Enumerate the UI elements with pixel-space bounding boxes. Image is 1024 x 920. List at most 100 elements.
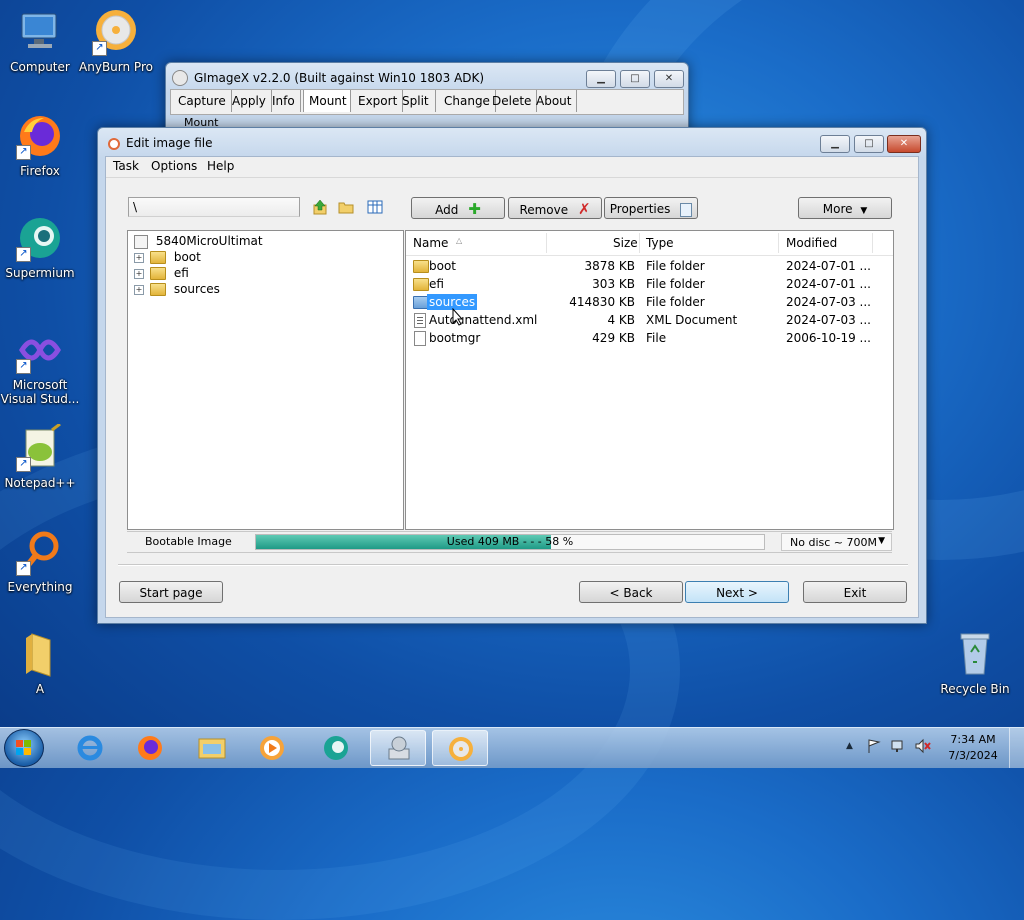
- tab-apply[interactable]: Apply: [227, 90, 272, 112]
- network-icon[interactable]: [890, 738, 908, 757]
- add-button[interactable]: Add ✚: [411, 197, 505, 219]
- tree-item-efi[interactable]: + efi: [134, 265, 189, 281]
- column-size[interactable]: Size: [613, 236, 638, 250]
- tab-delete[interactable]: Delete: [487, 90, 538, 112]
- column-type[interactable]: Type: [646, 236, 674, 250]
- file-size: 303 KB: [592, 277, 635, 291]
- file-name: Autounattend.xml: [429, 313, 538, 327]
- clock-time: 7:34 AM: [950, 733, 996, 746]
- column-name[interactable]: Name: [413, 236, 448, 250]
- column-divider: [639, 233, 640, 253]
- column-divider: [546, 233, 547, 253]
- disc-burn-icon: ↗: [92, 8, 140, 56]
- tab-about[interactable]: About: [531, 90, 578, 112]
- menu-options[interactable]: Options: [151, 159, 197, 173]
- taskbar-supermium-button[interactable]: [308, 730, 364, 766]
- desktop-icon-everything[interactable]: ↗ Everything: [0, 528, 80, 594]
- minimize-button[interactable]: ▁: [586, 70, 616, 88]
- start-page-button[interactable]: Start page: [119, 581, 223, 603]
- file-size: 4 KB: [607, 313, 635, 327]
- table-row[interactable]: efi 303 KB File folder 2024-07-01 ...: [406, 275, 893, 293]
- close-button[interactable]: ✕: [654, 70, 684, 88]
- desktop-icon-recycle-bin[interactable]: Recycle Bin: [935, 630, 1015, 696]
- desktop-icon-label: Recycle Bin: [940, 682, 1010, 696]
- internet-explorer-icon: [76, 734, 104, 765]
- menu-help[interactable]: Help: [207, 159, 234, 173]
- desktop-icon-visual-studio[interactable]: ↗ Microsoft Visual Stud...: [0, 326, 80, 406]
- remove-button-label: Remove: [519, 203, 569, 217]
- folder-tree[interactable]: 5840MicroUltimat + boot + efi + sources: [127, 230, 404, 530]
- file-explorer-icon: [198, 736, 226, 763]
- taskbar-ie-button[interactable]: [62, 730, 118, 766]
- tree-item-boot[interactable]: + boot: [134, 249, 201, 265]
- folder-icon: [150, 283, 166, 296]
- file-modified: 2024-07-03 ...: [786, 313, 871, 327]
- taskbar-firefox-button[interactable]: [122, 730, 178, 766]
- expand-icon[interactable]: +: [134, 269, 144, 279]
- file-type: File folder: [646, 295, 705, 309]
- table-row[interactable]: boot 3878 KB File folder 2024-07-01 ...: [406, 257, 893, 275]
- desktop-icon-supermium[interactable]: ↗ Supermium: [0, 214, 80, 280]
- firefox-icon: ↗: [16, 112, 64, 160]
- minimize-button[interactable]: ▁: [820, 135, 850, 153]
- show-hidden-icons-icon[interactable]: ▲: [846, 741, 853, 751]
- desktop-icon-anyburn[interactable]: ↗ AnyBurn Pro: [76, 8, 156, 74]
- tree-root[interactable]: 5840MicroUltimat: [134, 233, 263, 249]
- show-desktop-button[interactable]: [1009, 728, 1024, 768]
- expand-icon[interactable]: +: [134, 285, 144, 295]
- desktop-icon-label: Notepad++: [4, 476, 76, 490]
- next-button[interactable]: Next >: [685, 581, 789, 603]
- table-row[interactable]: bootmgr 429 KB File 2006-10-19 ...: [406, 329, 893, 347]
- more-button-label: More: [822, 202, 853, 216]
- more-button[interactable]: More ▼: [798, 197, 892, 219]
- desktop-icon-firefox[interactable]: ↗ Firefox: [0, 112, 80, 178]
- disc-size-select[interactable]: No disc ~ 700M ▼: [781, 533, 892, 551]
- view-grid-icon[interactable]: [367, 199, 383, 215]
- column-modified[interactable]: Modified: [786, 236, 837, 250]
- exit-button[interactable]: Exit: [803, 581, 907, 603]
- desktop-icon-label: AnyBurn Pro: [79, 60, 153, 74]
- tab-info[interactable]: Info: [267, 90, 301, 112]
- taskbar-explorer-button[interactable]: [184, 730, 240, 766]
- column-divider: [778, 233, 779, 253]
- clock[interactable]: 7:34 AM 7/3/2024: [944, 732, 1002, 764]
- open-folder-icon[interactable]: [338, 199, 354, 215]
- close-button[interactable]: ✕: [887, 135, 921, 153]
- tab-split[interactable]: Split: [397, 90, 436, 112]
- volume-muted-icon[interactable]: [914, 738, 932, 757]
- window-title: Edit image file: [126, 136, 213, 150]
- tab-export[interactable]: Export: [353, 90, 404, 112]
- shortcut-arrow-icon: ↗: [16, 359, 31, 374]
- xml-file-icon: [414, 313, 426, 328]
- desktop-icon-folder-a[interactable]: A: [0, 630, 80, 696]
- edit-image-window[interactable]: Edit image file ▁ □ ✕ Task Options Help …: [97, 127, 927, 624]
- tab-mount[interactable]: Mount: [303, 90, 351, 112]
- taskbar-gimagex-button[interactable]: [370, 730, 426, 766]
- folder-icon: [150, 251, 166, 264]
- dropdown-arrow-icon: ▼: [860, 206, 868, 216]
- table-row-selected[interactable]: sources 414830 KB File folder 2024-07-03…: [406, 293, 893, 311]
- taskbar-anyburn-button[interactable]: [432, 730, 488, 766]
- maximize-button[interactable]: □: [620, 70, 650, 88]
- taskbar-media-button[interactable]: [244, 730, 300, 766]
- remove-button[interactable]: Remove ✗: [508, 197, 602, 219]
- file-list[interactable]: Name △ Size Type Modified boot 3878 KB F…: [405, 230, 894, 530]
- tree-item-sources[interactable]: + sources: [134, 281, 220, 297]
- desktop-icon-label: Computer: [10, 60, 70, 74]
- start-button[interactable]: [4, 729, 44, 767]
- file-type: File: [646, 331, 667, 345]
- expand-icon[interactable]: +: [134, 253, 144, 263]
- up-folder-icon[interactable]: [312, 199, 328, 215]
- desktop-icon-computer[interactable]: Computer: [0, 8, 80, 74]
- properties-button[interactable]: Properties: [604, 197, 698, 219]
- back-button[interactable]: < Back: [579, 581, 683, 603]
- capacity-progress-bar: Used 409 MB - - - 58 %: [255, 534, 765, 550]
- tab-capture[interactable]: Capture: [173, 90, 232, 112]
- action-center-flag-icon[interactable]: [866, 738, 882, 757]
- maximize-button[interactable]: □: [854, 135, 884, 153]
- menu-task[interactable]: Task: [113, 159, 139, 173]
- everything-search-icon: ↗: [16, 528, 64, 576]
- desktop-icon-notepadpp[interactable]: ↗ Notepad++: [0, 422, 80, 490]
- table-row[interactable]: Autounattend.xml 4 KB XML Document 2024-…: [406, 311, 893, 329]
- path-input[interactable]: [128, 197, 300, 217]
